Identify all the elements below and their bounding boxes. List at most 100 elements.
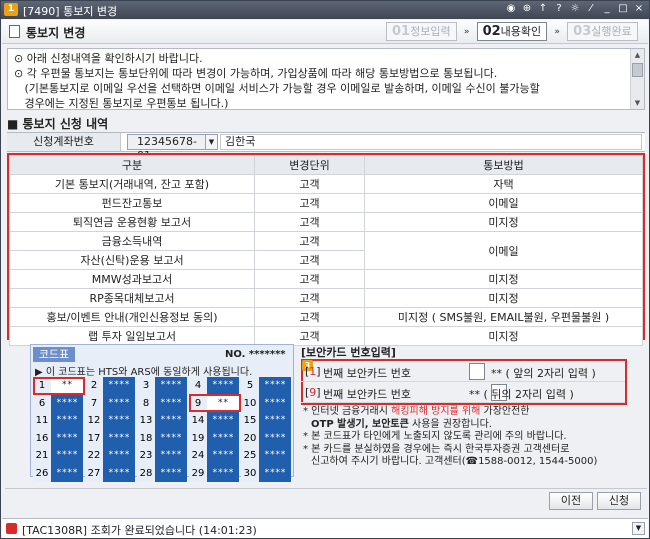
maximize-icon[interactable]: □ <box>617 2 629 16</box>
code-cell-value: **** <box>103 412 135 430</box>
code-cell: 21 **** <box>33 447 85 465</box>
pin-icon[interactable]: ↑ <box>537 2 549 16</box>
help-icon[interactable]: ? <box>553 2 565 16</box>
notice-box: ⊙ 아래 신청내역을 확인하시기 바랍니다. ⊙ 각 우편물 통보지는 통보단위… <box>7 48 645 110</box>
page-title: 통보지 변경 <box>26 26 86 40</box>
section-title: ■ 통보지 신청 내역 <box>7 117 109 131</box>
record-icon[interactable]: ◉ <box>505 2 517 16</box>
code-cell-index: 20 <box>241 429 259 447</box>
code-cell: 12 **** <box>85 412 137 430</box>
code-cell-value: **** <box>155 412 187 430</box>
step-1: 01정보입력 <box>386 22 457 41</box>
code-cell-value: **** <box>103 429 135 447</box>
code-cell: 2 **** <box>85 377 137 395</box>
code-cell-index: 19 <box>189 429 207 447</box>
tool-icon[interactable]: ⁄ <box>585 2 597 16</box>
notice-scrollbar[interactable]: ▲ ▼ <box>630 49 644 109</box>
code-cell-index: 11 <box>33 412 51 430</box>
code-cell: 4 **** <box>189 377 241 395</box>
notice-line: ⊙ 아래 신청내역을 확인하시기 바랍니다. <box>14 52 203 65</box>
settings-icon[interactable]: ☼ <box>569 2 581 16</box>
status-bar: [TAC1308R] 조회가 완료되었습니다 (14:01:23) ▼ <box>2 518 648 538</box>
button-bar: 이전 신청 <box>5 488 647 514</box>
security-notes: * 인터넷 금융거래시 해킹피해 방지를 위해 가장안전한 OTP 발생기, 보… <box>303 406 598 467</box>
code-cell: 23 **** <box>137 447 189 465</box>
title-bar[interactable]: 1 [7490] 통보지 변경 ◉ ⊕ ↑ ? ☼ ⁄ _ □ × <box>1 1 649 19</box>
code-cell-value: **** <box>259 394 291 412</box>
code-card-info: ▶ 이 코드표는 HTS와 ARS에 동일하게 사용됩니다. <box>35 367 253 378</box>
code-cell: 16 **** <box>33 429 85 447</box>
account-holder-name: 김한국 <box>220 134 642 150</box>
apply-button[interactable]: 신청 <box>597 492 641 510</box>
code-cell-index: 10 <box>241 394 259 412</box>
code-cell-index: 7 <box>85 394 103 412</box>
code-cell: 25 **** <box>241 447 293 465</box>
code-cell: 27 **** <box>85 464 137 482</box>
document-icon <box>9 25 20 38</box>
notice-line: 경우에는 지정된 통보지로 우편통보 됩니다.) <box>14 97 229 110</box>
code-cell: 10 **** <box>241 394 293 412</box>
table-row: 기본 통보지(거래내역, 잔고 포함) 고객 자택 <box>9 174 643 194</box>
code-cell-value: **** <box>207 429 239 447</box>
scroll-thumb[interactable] <box>632 63 643 77</box>
code-cell-value: **** <box>51 394 83 412</box>
table-row: RP종목대체보고서 고객 미지정 <box>9 288 643 308</box>
security-code-card: 코드표 NO. ******* ▶ 이 코드표는 HTS와 ARS에 동일하게 … <box>30 344 294 482</box>
code-cell: 17 **** <box>85 429 137 447</box>
code-cell-index: 23 <box>137 447 155 465</box>
notice-line: ⊙ 각 우편물 통보지는 통보단위에 따라 변경이 가능하며, 가입상품에 따라… <box>14 67 498 80</box>
code-cell: 19 **** <box>189 429 241 447</box>
prev-button[interactable]: 이전 <box>549 492 593 510</box>
scroll-up-icon[interactable]: ▲ <box>631 49 644 61</box>
code-cell-index: 15 <box>241 412 259 430</box>
notification-table: 구분 변경단위 통보방법 기본 통보지(거래내역, 잔고 포함) 고객 자택 펀드잔… <box>9 155 643 346</box>
close-icon[interactable]: × <box>633 2 645 16</box>
table-header-row: 구분 변경단위 통보방법 <box>9 155 643 175</box>
code-cell: 18 **** <box>137 429 189 447</box>
scroll-down-icon[interactable]: ▼ <box>631 97 644 109</box>
code-cell-value: **** <box>155 429 187 447</box>
table-row: 홍보/이벤트 안내(개인신용정보 동의) 고객 미지정 ( SMS불원, EMAIL… <box>9 307 643 327</box>
code-cell-value: **** <box>259 464 291 482</box>
code-cell-index: 27 <box>85 464 103 482</box>
account-number-select[interactable]: 12345678-01 <box>127 134 211 162</box>
code-cell-index: 21 <box>33 447 51 465</box>
code-cell-index: 30 <box>241 464 259 482</box>
code-cell-index: 24 <box>189 447 207 465</box>
security-panel-title: [보안카드 번호입력] <box>301 346 396 359</box>
code-cell-value: **** <box>103 394 135 412</box>
code-cell: 15 **** <box>241 412 293 430</box>
step-2: 02내용확인 <box>476 22 548 41</box>
code-cell: 20 **** <box>241 429 293 447</box>
code-cell: 7 **** <box>85 394 137 412</box>
link-icon[interactable]: ⊕ <box>521 2 533 16</box>
code-cell-value: **** <box>259 429 291 447</box>
chevron-down-icon[interactable]: ▼ <box>632 522 645 535</box>
account-row: 신청계좌번호 12345678-01 ▼ 김한국 <box>7 132 645 162</box>
minimize-icon[interactable]: _ <box>601 2 613 16</box>
code-cell: 11 **** <box>33 412 85 430</box>
column-header: 변경단위 <box>254 155 365 175</box>
chevron-down-icon[interactable]: ▼ <box>205 134 218 150</box>
app-number-badge: 1 <box>4 3 18 16</box>
code-cell-index: 13 <box>137 412 155 430</box>
code-cell-value: **** <box>103 377 135 395</box>
code-cell-value: **** <box>207 447 239 465</box>
security-row-hint: ** ( 뒤의 2자리 입력 ) <box>469 388 574 401</box>
code-cell: 30 **** <box>241 464 293 482</box>
security-code-input-1[interactable] <box>469 363 485 380</box>
code-cell-value: **** <box>51 412 83 430</box>
column-header: 구분 <box>9 155 255 175</box>
step-arrow-icon: » <box>463 26 470 37</box>
code-cell-value: **** <box>207 377 239 395</box>
table-row: 퇴직연금 운용현황 보고서 고객 미지정 <box>9 212 643 232</box>
page-header: 통보지 변경 01정보입력 » 02내용확인 » 03실행완료 <box>2 20 648 44</box>
table-row: 펀드잔고통보 고객 이메일 <box>9 193 643 213</box>
code-card-number: NO. ******* <box>225 349 286 360</box>
window-title: [7490] 통보지 변경 <box>23 5 118 18</box>
code-cell-value: **** <box>51 429 83 447</box>
security-row-1: [1] 번째 보안카드 번호 ** ( 앞의 2자리 입력 ) <box>301 362 625 382</box>
code-cell-index: 3 <box>137 377 155 395</box>
window-controls: ◉ ⊕ ↑ ? ☼ ⁄ _ □ × <box>505 2 645 16</box>
security-input-panel: [보안카드 번호입력] 3 [1] 번째 보안카드 번호 ** ( 앞의 2자리… <box>301 344 645 479</box>
